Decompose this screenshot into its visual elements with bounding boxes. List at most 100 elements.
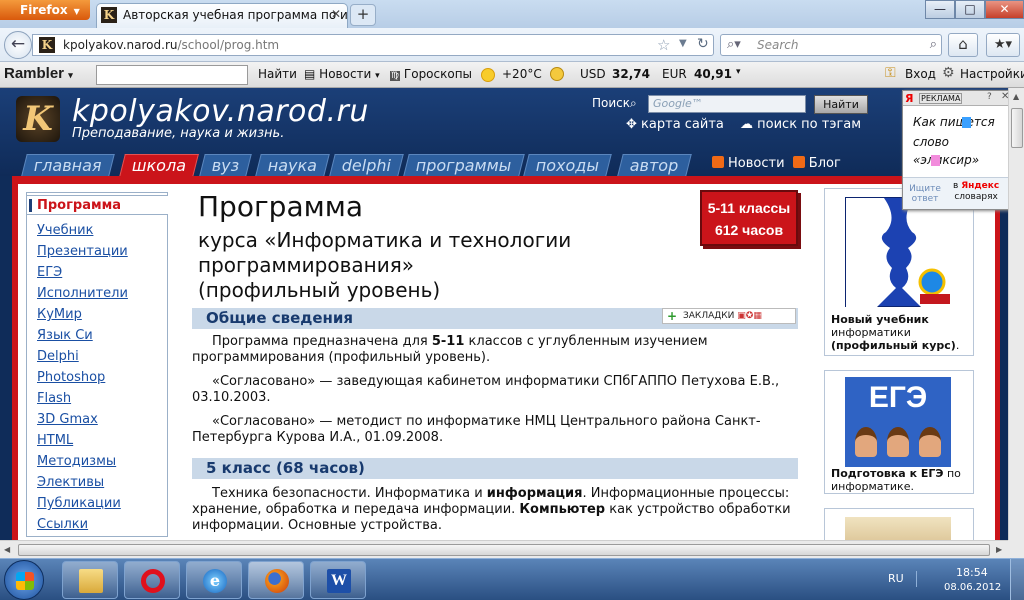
left-nav-item[interactable]: Методизмы: [37, 454, 116, 469]
page-title: Программа: [198, 190, 364, 223]
news-link[interactable]: Новости Блог: [712, 156, 841, 171]
chevron-down-icon[interactable]: ▾: [736, 67, 741, 77]
taskbar-firefox[interactable]: [248, 561, 304, 599]
left-nav-item[interactable]: ЕГЭ: [37, 265, 62, 280]
textbook-cover-image[interactable]: [845, 197, 952, 308]
vertical-scroll-thumb[interactable]: [1011, 108, 1023, 148]
blog-link[interactable]: Блог: [809, 156, 841, 171]
ad-word[interactable]: Как пишется: [913, 115, 995, 129]
site-search-button[interactable]: Найти: [814, 95, 868, 114]
language-indicator[interactable]: RU: [888, 572, 904, 585]
close-tab-icon[interactable]: ✕: [331, 7, 341, 21]
tab-university[interactable]: вуз: [199, 154, 253, 176]
windows-logo-icon: [16, 572, 34, 590]
left-nav-item[interactable]: Публикации: [37, 496, 121, 511]
home-button[interactable]: ⌂: [948, 33, 978, 57]
tab-label: школа: [131, 156, 187, 175]
tab-programs[interactable]: программы: [403, 154, 525, 176]
close-window-button[interactable]: ✕: [985, 0, 1024, 19]
promo-card[interactable]: [824, 508, 974, 540]
back-button[interactable]: ←: [4, 31, 32, 59]
rambler-login-link[interactable]: Вход: [905, 67, 936, 81]
promo-image[interactable]: [845, 517, 951, 540]
url-bar[interactable]: K kpolyakov.narod.ru/school/prog.htm ☆ ▼…: [32, 34, 714, 56]
sitemap-link[interactable]: ✥ карта сайта: [626, 117, 724, 132]
rambler-logo[interactable]: Rambler ▾: [4, 65, 73, 82]
taskbar-opera[interactable]: [124, 561, 180, 599]
left-nav-item[interactable]: Flash: [37, 391, 71, 406]
left-nav-item[interactable]: Элективы: [37, 475, 104, 490]
scroll-left-icon[interactable]: ◀: [4, 545, 10, 554]
help-icon[interactable]: ?: [987, 92, 992, 102]
rambler-settings-link[interactable]: Настройки: [960, 67, 1024, 81]
url-text[interactable]: kpolyakov.narod.ru/school/prog.htm: [63, 38, 279, 52]
maximize-button[interactable]: □: [955, 0, 985, 19]
scroll-right-icon[interactable]: ▶: [996, 545, 1002, 554]
left-nav-item[interactable]: Photoshop: [37, 370, 105, 385]
tab-author[interactable]: автор: [617, 154, 692, 176]
scroll-up-icon[interactable]: ▲: [1013, 92, 1019, 101]
bookmarks-menu-button[interactable]: ★▾: [986, 33, 1020, 57]
rambler-search-input[interactable]: [96, 65, 248, 85]
site-logo[interactable]: K: [16, 96, 60, 142]
rambler-news-menu[interactable]: ▤ Новости ▾: [304, 67, 380, 81]
site-title[interactable]: kpolyakov.narod.ru: [72, 94, 369, 129]
site-identity-icon[interactable]: K: [39, 37, 55, 53]
taskbar-ie[interactable]: e: [186, 561, 242, 599]
tab-home[interactable]: главная: [21, 154, 115, 176]
ad-word[interactable]: «эликсир»: [913, 153, 979, 167]
start-button[interactable]: [4, 560, 44, 600]
tag-search-link[interactable]: ☁ поиск по тэгам: [740, 117, 861, 132]
left-nav-item[interactable]: HTML: [37, 433, 73, 448]
yandex-logo-icon: Я: [905, 92, 914, 105]
tab-hikes[interactable]: походы: [523, 154, 612, 176]
left-nav-item[interactable]: Язык Си: [37, 328, 93, 343]
search-icon[interactable]: ⌕: [930, 37, 937, 52]
opera-icon: [141, 569, 165, 593]
horizontal-scroll-thumb[interactable]: [18, 544, 990, 556]
left-nav-item[interactable]: Delphi: [37, 349, 79, 364]
reload-icon[interactable]: ↻: [697, 36, 709, 52]
taskbar-word[interactable]: W: [310, 561, 366, 599]
weather-sun-icon[interactable]: [481, 68, 495, 82]
left-nav-item[interactable]: Учебник: [37, 223, 93, 238]
ad-footer-text: в: [953, 181, 959, 191]
tab-delphi[interactable]: delphi: [329, 154, 404, 176]
firefox-menu-button[interactable]: Firefox ▼: [0, 0, 90, 20]
horizontal-scrollbar[interactable]: ◀ ▶: [0, 540, 1008, 558]
textbook-card[interactable]: Новый учебник информатики (профильный курс…: [824, 188, 974, 356]
site-search-input[interactable]: Google™: [648, 95, 806, 113]
bookmarks-widget[interactable]: + ЗАКЛАДКИ ▣✪▦: [662, 308, 796, 324]
ad-word[interactable]: слово: [913, 135, 949, 149]
left-nav-item[interactable]: Ссылки: [37, 517, 88, 532]
left-nav-item[interactable]: 3D Gmax: [37, 412, 98, 427]
clock-time[interactable]: 18:54: [956, 566, 988, 579]
rambler-horoscopes-link[interactable]: ♍ Гороскопы: [390, 67, 472, 81]
chevron-down-icon: ▼: [73, 7, 80, 16]
ad-footer[interactable]: Ищите ответ в Яндекс словарях: [903, 177, 1017, 209]
minimize-button[interactable]: —: [925, 0, 955, 19]
browser-search-box[interactable]: ⌕▾ Search ⌕: [720, 34, 942, 56]
left-nav-item-active[interactable]: Программа: [26, 195, 168, 215]
show-desktop-button[interactable]: [1010, 559, 1024, 600]
tab-school[interactable]: школа: [119, 154, 199, 177]
temperature-value[interactable]: +20°C: [502, 67, 542, 81]
left-nav-item[interactable]: КуМир: [37, 307, 82, 322]
history-dropdown-icon[interactable]: ▼: [679, 38, 687, 49]
ad-widget[interactable]: Я РЕКЛАМА ? ✕ Как пишется слово «эликсир…: [902, 90, 1018, 210]
tab-science[interactable]: наука: [255, 154, 330, 176]
exam-prep-card[interactable]: ЕГЭ Подготовка к ЕГЭ по информатике.: [824, 370, 974, 494]
exam-image[interactable]: ЕГЭ: [845, 377, 951, 467]
bookmark-star-icon[interactable]: ☆: [657, 36, 670, 54]
currency-coin-icon[interactable]: [550, 67, 564, 81]
ie-icon: e: [203, 569, 227, 593]
taskbar-explorer[interactable]: [62, 561, 118, 599]
vertical-scrollbar[interactable]: ▲: [1008, 88, 1024, 540]
browser-tab[interactable]: K Авторская учебная программа по инф... …: [96, 3, 348, 28]
left-nav-item[interactable]: Исполнители: [37, 286, 128, 301]
search-engine-icon[interactable]: ⌕▾: [727, 37, 741, 52]
left-nav-item[interactable]: Презентации: [37, 244, 128, 259]
clock-date[interactable]: 08.06.2012: [944, 582, 1001, 593]
rambler-find-button[interactable]: Найти: [258, 67, 297, 81]
new-tab-button[interactable]: +: [350, 4, 376, 26]
